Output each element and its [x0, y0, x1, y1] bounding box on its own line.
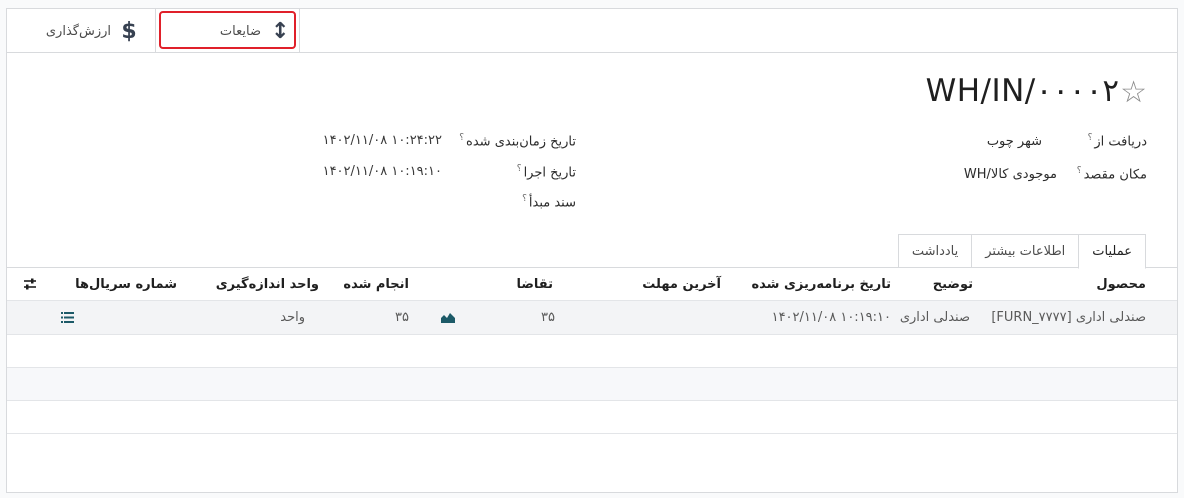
help-icon[interactable]: ؟ — [459, 133, 464, 143]
effective-date-label: تاریخ اجرا؟ — [516, 164, 576, 181]
header-quantity-done[interactable]: انجام شده — [343, 268, 409, 300]
valuation-label: ارزش‌گذاری — [45, 23, 111, 39]
row-quantity-done[interactable]: ۳۵ — [395, 301, 409, 334]
help-icon[interactable]: ؟ — [1077, 166, 1082, 176]
help-icon[interactable]: ؟ — [517, 164, 522, 174]
row-product[interactable]: [FURN_۷۷۷۷] صندلی اداری — [991, 301, 1146, 334]
valuation-button[interactable]: ارزش‌گذاری $ — [7, 9, 155, 53]
list-icon[interactable] — [61, 301, 74, 334]
scrap-button[interactable]: ضایعات ↕ — [155, 9, 300, 53]
header-deadline[interactable]: آخرین مهلت — [642, 268, 721, 300]
record-title: WH/IN/۰۰۰۰۲ — [925, 73, 1119, 109]
row-description[interactable]: صندلی اداری — [900, 301, 970, 334]
notebook-tabs: عملیات اطلاعات بیشتر یادداشت — [897, 234, 1146, 269]
table-header: محصول توضیح تاریخ برنامه‌ریزی شده آخرین … — [7, 267, 1177, 301]
destination-value[interactable]: WH/موجودی کالا — [964, 167, 1057, 182]
receive-from-label: دریافت از؟ — [1087, 133, 1147, 150]
operations-table: محصول توضیح تاریخ برنامه‌ریزی شده آخرین … — [7, 267, 1177, 434]
scheduled-date-label: تاریخ زمان‌بندی شده؟ — [459, 133, 576, 150]
table-row[interactable]: [FURN_۷۷۷۷] صندلی اداری صندلی اداری ۱۴۰۲… — [7, 301, 1177, 335]
form-sheet: ضایعات ↕ ارزش‌گذاری $ WH/IN/۰۰۰۰۲ ☆ دریا… — [6, 8, 1178, 493]
help-icon[interactable]: ؟ — [522, 194, 527, 204]
header-demand[interactable]: تقاضا — [516, 268, 553, 300]
header-description[interactable]: توضیح — [933, 268, 973, 300]
dollar-icon: $ — [121, 18, 137, 44]
tab-operations[interactable]: عملیات — [1078, 234, 1146, 269]
receive-from-value[interactable]: شهر چوب — [987, 134, 1042, 149]
source-document-label: سند مبدأ؟ — [522, 194, 576, 211]
highlight-box — [159, 11, 296, 49]
tab-additional-info[interactable]: اطلاعات بیشتر — [971, 234, 1080, 268]
star-icon[interactable]: ☆ — [1120, 75, 1147, 111]
header-product[interactable]: محصول — [1096, 268, 1146, 300]
header-scheduled-date[interactable]: تاریخ برنامه‌ریزی شده — [751, 268, 891, 300]
sliders-icon[interactable] — [23, 268, 37, 300]
destination-label: مکان مقصد؟ — [1076, 166, 1147, 183]
table-row-empty — [7, 401, 1177, 434]
scheduled-date-value[interactable]: ۱۴۰۲/۱۱/۰۸ ۱۰:۲۴:۲۲ — [323, 133, 442, 148]
row-scheduled-date[interactable]: ۱۴۰۲/۱۱/۰۸ ۱۰:۱۹:۱۰ — [772, 301, 891, 334]
table-row-empty — [7, 368, 1177, 401]
smart-button-bar: ضایعات ↕ ارزش‌گذاری $ — [7, 9, 1177, 53]
help-icon[interactable]: ؟ — [1088, 133, 1093, 143]
row-demand[interactable]: ۳۵ — [541, 301, 555, 334]
header-unit-of-measure[interactable]: واحد اندازه‌گیری — [216, 268, 319, 300]
effective-date-value[interactable]: ۱۴۰۲/۱۱/۰۸ ۱۰:۱۹:۱۰ — [323, 164, 442, 179]
chart-area-icon[interactable] — [441, 301, 455, 334]
row-unit-of-measure[interactable]: واحد — [280, 301, 305, 334]
table-row-empty — [7, 335, 1177, 368]
tab-note[interactable]: یادداشت — [897, 234, 973, 268]
header-serial-numbers[interactable]: شماره سریال‌ها — [75, 268, 177, 300]
